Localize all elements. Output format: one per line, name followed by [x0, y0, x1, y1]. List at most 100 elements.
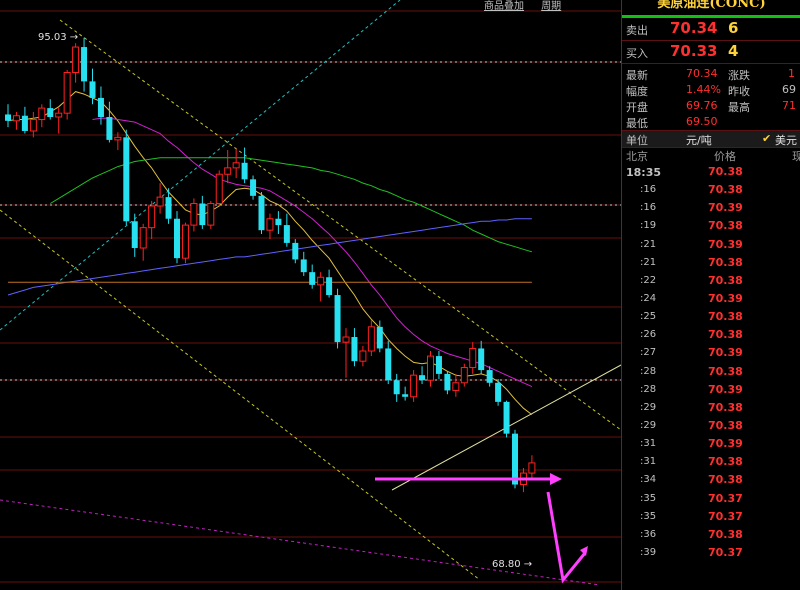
buy-qty: 4: [728, 42, 739, 60]
tick-row: :26 70.38: [622, 326, 800, 344]
prev-close-label: 昨收: [728, 85, 750, 98]
candle-body-up: [452, 382, 460, 391]
tick-row: :21 70.38: [622, 254, 800, 272]
candle-body-down: [478, 348, 485, 371]
tick-row: :31 70.39: [622, 435, 800, 453]
sell-quote-row: 卖出 70.34 6: [622, 18, 800, 41]
tick-row: :25 70.38: [622, 308, 800, 326]
tick-price: 70.39: [708, 437, 743, 451]
candle-body-up: [207, 202, 215, 226]
ma20-line: [92, 117, 533, 388]
candle-body-up: [190, 202, 198, 226]
candle-body-down: [258, 195, 265, 231]
prev-close-value: 69: [782, 83, 796, 96]
candle-body-down: [283, 225, 290, 243]
tick-time: :24: [640, 292, 657, 304]
low-label: 最低: [626, 117, 648, 130]
candle-body-up: [38, 107, 46, 121]
tick-row: :27 70.39: [622, 344, 800, 362]
high-value: 71: [782, 99, 796, 112]
low-value: 69.50: [686, 115, 718, 128]
tick-price: 70.39: [708, 201, 743, 215]
tick-time: :25: [640, 311, 657, 323]
candle-body-up: [12, 115, 20, 122]
candle-body-down: [89, 81, 96, 98]
magenta-v-arrow: [546, 491, 587, 584]
kline-chart[interactable]: 95.03 → 68.80 → 商品叠加 周期: [0, 0, 621, 590]
candle-body-down: [326, 277, 333, 296]
candle-body-up: [469, 347, 477, 369]
tick-price: 70.38: [708, 473, 743, 487]
channel-upper-line: [59, 19, 621, 431]
tick-row: :29 70.38: [622, 399, 800, 417]
tick-row: :29 70.38: [622, 417, 800, 435]
tick-place-header: 北京: [626, 150, 648, 163]
candle-body-down: [385, 348, 392, 381]
currency-label[interactable]: 美元: [775, 132, 797, 148]
magenta-dotted-line: [0, 499, 601, 586]
candle-body-up: [427, 355, 434, 381]
tick-price: 70.38: [708, 310, 743, 324]
candle-body-up: [528, 462, 536, 474]
check-icon: ✔: [762, 132, 772, 145]
tick-time: 18:35: [626, 166, 662, 179]
open-value: 69.76: [686, 99, 718, 112]
tick-time: :19: [640, 220, 657, 232]
tick-row: :28 70.38: [622, 363, 800, 381]
instrument-title: 美原油连(CONC): [657, 0, 766, 11]
candle-body-down: [419, 375, 426, 381]
candle-body-up: [410, 374, 418, 398]
candle-body-down: [376, 326, 383, 349]
candle-body-up: [181, 224, 189, 259]
candle-body-up: [148, 205, 156, 229]
candle-body-down: [275, 218, 282, 226]
period-link[interactable]: 周期: [541, 1, 561, 12]
sell-price: 70.34: [670, 19, 718, 37]
stats-grid: 最新 70.34 涨跌 1 幅度 1.44% 昨收 69 开盘 69.76 最高…: [622, 64, 800, 131]
tick-time: :16: [640, 202, 657, 214]
latest-label: 最新: [626, 69, 648, 82]
candle-body-up: [72, 46, 80, 73]
tick-time: :31: [640, 438, 657, 450]
candle-body-down: [199, 203, 206, 226]
change-value: 1: [788, 67, 795, 80]
overlay-commodity-link[interactable]: 商品叠加: [484, 1, 524, 12]
tick-list[interactable]: 18:35 70.38:16 70.38:16 70.39:19 70.38:21 70.…: [622, 163, 800, 562]
candle-body-down: [495, 382, 502, 402]
candle-body-down: [81, 47, 88, 82]
candle-body-down: [97, 97, 104, 117]
candle-body-up: [266, 218, 274, 231]
tick-price: 70.38: [708, 255, 743, 269]
candle-body-up: [224, 167, 232, 175]
quote-panel: 美原油连(CONC) 卖出 70.34 6 买入 70.33 4 最新 70.3…: [621, 0, 800, 590]
tick-time: :35: [640, 510, 657, 522]
candle-body-down: [486, 370, 493, 383]
tick-price: 70.37: [708, 545, 743, 559]
candle-body-up: [29, 119, 37, 132]
tick-row: :16 70.39: [622, 199, 800, 217]
candle-body-down: [165, 197, 172, 219]
tick-time: :34: [640, 474, 657, 486]
tick-time: :27: [640, 347, 657, 359]
tick-time: :28: [640, 365, 657, 377]
tick-row: :35 70.37: [622, 508, 800, 526]
candle-body-up: [156, 196, 164, 207]
candle-body-down: [123, 137, 130, 222]
candle-body-down: [512, 433, 518, 485]
tick-row: :21 70.39: [622, 236, 800, 254]
candle-body-up: [232, 162, 240, 169]
tick-time: :29: [640, 419, 657, 431]
unit-row[interactable]: 单位 元/吨 ✔ 美元: [622, 131, 800, 148]
tick-price: 70.39: [708, 382, 743, 396]
candle-body-down: [444, 373, 451, 391]
tick-price: 70.39: [708, 291, 743, 305]
buy-label: 买入: [626, 47, 648, 60]
tick-time: :36: [640, 528, 657, 540]
candle-body-down: [174, 218, 180, 259]
amplitude-value: 1.44%: [686, 83, 721, 96]
tick-price: 70.38: [708, 328, 743, 342]
buy-price: 70.33: [670, 42, 718, 60]
candle-body-up: [342, 336, 350, 343]
kline-chart-svg[interactable]: 95.03 → 68.80 →: [0, 0, 621, 590]
unit-label: 单位: [626, 134, 648, 147]
